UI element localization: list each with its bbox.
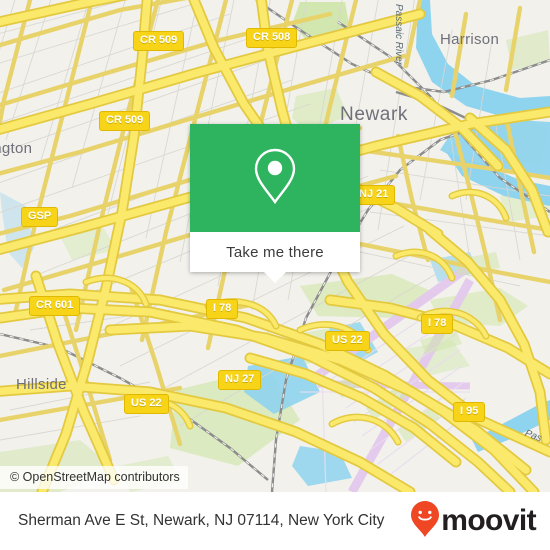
road-shield-i-95[interactable]: I 95 xyxy=(453,402,486,422)
road-shield-i-78-east[interactable]: I 78 xyxy=(421,314,454,334)
road-shield-cr-509-south[interactable]: CR 509 xyxy=(99,111,151,131)
road-shield-cr-509-north[interactable]: CR 509 xyxy=(133,31,185,51)
destination-popup[interactable]: Take me there xyxy=(190,124,360,283)
footer-bar: Sherman Ave E St, Newark, NJ 07114, New … xyxy=(0,492,550,550)
moovit-logo[interactable]: moovit xyxy=(410,500,537,543)
road-shield-us-22-east[interactable]: US 22 xyxy=(325,331,370,351)
road-shield-cr-508[interactable]: CR 508 xyxy=(246,28,298,48)
map-pin-icon xyxy=(252,147,298,210)
road-shield-us-22-west[interactable]: US 22 xyxy=(124,394,169,414)
moovit-pin-icon xyxy=(410,500,440,543)
popup-pointer-tail xyxy=(264,272,286,283)
road-shield-i-78-west[interactable]: I 78 xyxy=(206,299,239,319)
road-shield-nj-27[interactable]: NJ 27 xyxy=(218,370,262,390)
map-canvas[interactable]: Newark Harrison Hillside Irvington Passa… xyxy=(0,0,550,492)
take-me-there-label: Take me there xyxy=(226,243,324,261)
map-screenshot: Newark Harrison Hillside Irvington Passa… xyxy=(0,0,550,550)
popup-header xyxy=(190,124,360,232)
road-shield-gsp[interactable]: GSP xyxy=(21,207,59,227)
address-text: Sherman Ave E St, Newark, NJ 07114, New … xyxy=(18,512,385,529)
road-shield-cr-601[interactable]: CR 601 xyxy=(29,296,81,316)
moovit-wordmark: moovit xyxy=(441,504,536,537)
osm-attribution[interactable]: © OpenStreetMap contributors xyxy=(0,466,188,489)
popup-action-row[interactable]: Take me there xyxy=(190,232,360,272)
map-label-passaic-river: Passaic River xyxy=(393,4,404,66)
